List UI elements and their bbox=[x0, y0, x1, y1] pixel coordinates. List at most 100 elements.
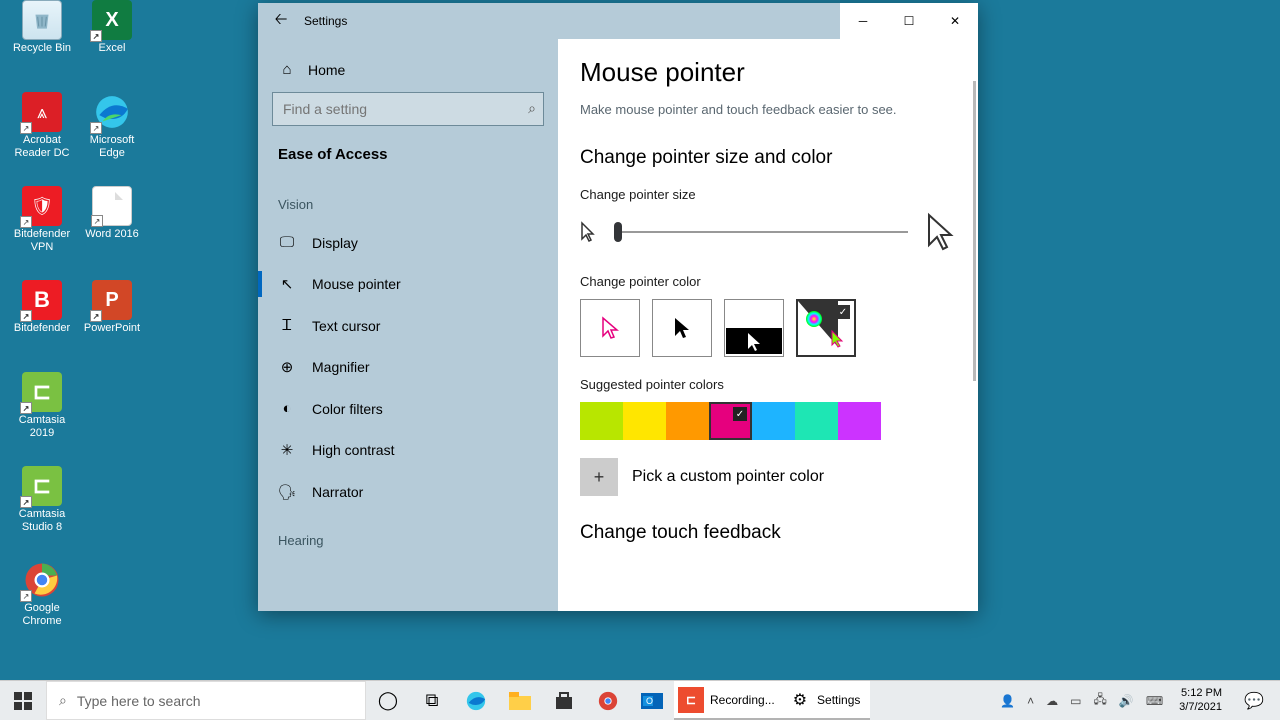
camtasia-task[interactable]: ⊏ Recording... bbox=[674, 681, 785, 720]
onedrive-icon[interactable]: ☁ bbox=[1042, 694, 1062, 708]
back-button[interactable]: 🡠 bbox=[258, 3, 304, 39]
group-hearing: Hearing bbox=[272, 523, 544, 558]
color-black[interactable] bbox=[652, 299, 712, 357]
desktop-icon-camtasia-2019[interactable]: ⊏↗ Camtasia 2019 bbox=[8, 372, 76, 456]
desktop-icon-word[interactable]: ↗ Word 2016 bbox=[78, 186, 146, 270]
nav-high-contrast[interactable]: ✳High contrast bbox=[272, 429, 544, 471]
color-swatch-3[interactable] bbox=[709, 402, 752, 440]
desktop-icon-excel[interactable]: X↗ Excel bbox=[78, 0, 146, 84]
chrome-taskbar-icon[interactable] bbox=[586, 681, 630, 720]
volume-icon[interactable]: 🔊 bbox=[1115, 694, 1138, 708]
settings-task-label: Settings bbox=[817, 693, 860, 707]
settings-window: 🡠 Settings ─ ☐ ✕ ⌂ Home ⌕ Ease of Access… bbox=[258, 3, 978, 611]
desktop: Recycle Bin X↗ Excel ⩓↗ Acrobat Reader D… bbox=[0, 0, 260, 670]
settings-sidebar: ⌂ Home ⌕ Ease of Access Vision 🖵Display … bbox=[258, 39, 558, 611]
taskbar-search-placeholder: Type here to search bbox=[77, 693, 201, 709]
plus-icon[interactable]: + bbox=[580, 458, 618, 496]
desktop-icon-bitdefender[interactable]: B↗ Bitdefender bbox=[8, 280, 76, 364]
desktop-icon-powerpoint[interactable]: P↗ PowerPoint bbox=[78, 280, 146, 364]
settings-search[interactable]: ⌕ bbox=[272, 92, 544, 126]
outlook-icon[interactable]: O bbox=[630, 681, 674, 720]
taskbar-search[interactable]: ⌕ Type here to search bbox=[46, 681, 366, 720]
task-view-icon[interactable]: ⧉ bbox=[410, 681, 454, 720]
nav-narrator[interactable]: 🗣Narrator bbox=[272, 471, 544, 513]
color-custom[interactable]: ✓ bbox=[796, 299, 856, 357]
color-swatch-4[interactable] bbox=[752, 402, 795, 440]
slider-thumb[interactable] bbox=[614, 222, 622, 242]
tray-chevron-icon[interactable]: ˄ bbox=[1023, 694, 1038, 708]
section-touch: Change touch feedback bbox=[580, 522, 956, 544]
cursor-icon: ↖ bbox=[278, 275, 296, 293]
nav-display[interactable]: 🖵Display bbox=[272, 222, 544, 263]
close-button[interactable]: ✕ bbox=[932, 3, 978, 39]
color-label: Change pointer color bbox=[580, 274, 956, 289]
notifications-icon[interactable]: 💬 bbox=[1234, 681, 1274, 720]
store-icon[interactable] bbox=[542, 681, 586, 720]
desktop-icon-edge[interactable]: ↗ Microsoft Edge bbox=[78, 92, 146, 176]
taskbar: ⌕ Type here to search ◯ ⧉ O ⊏ Recording.… bbox=[0, 680, 1280, 720]
window-title: Settings bbox=[304, 14, 347, 28]
people-icon[interactable]: 👤 bbox=[996, 694, 1019, 708]
group-vision: Vision bbox=[272, 187, 544, 222]
color-swatch-1[interactable] bbox=[623, 402, 666, 440]
desktop-icon-recycle-bin[interactable]: Recycle Bin bbox=[8, 0, 76, 84]
pointer-large-icon bbox=[926, 212, 956, 252]
battery-icon[interactable]: ▭ bbox=[1066, 694, 1085, 708]
minimize-button[interactable]: ─ bbox=[840, 3, 886, 39]
network-icon[interactable]: 🖧 bbox=[1090, 690, 1111, 711]
pointer-size-slider[interactable] bbox=[614, 231, 908, 233]
pointer-small-icon bbox=[580, 221, 596, 243]
desktop-icon-acrobat[interactable]: ⩓↗ Acrobat Reader DC bbox=[8, 92, 76, 176]
color-swatch-6[interactable] bbox=[838, 402, 881, 440]
edge-taskbar-icon[interactable] bbox=[454, 681, 498, 720]
text-cursor-icon: Ꮖ bbox=[278, 317, 296, 334]
desktop-icon-bitdefender-vpn[interactable]: 🛡↗ Bitdefender VPN bbox=[8, 186, 76, 270]
search-input[interactable] bbox=[272, 92, 544, 126]
explorer-icon[interactable] bbox=[498, 681, 542, 720]
check-icon: ✓ bbox=[836, 305, 850, 319]
color-swatch-2[interactable] bbox=[666, 402, 709, 440]
scrollbar[interactable] bbox=[973, 81, 976, 381]
home-label: Home bbox=[308, 62, 345, 78]
home-nav[interactable]: ⌂ Home bbox=[272, 51, 544, 92]
clock-date: 3/7/2021 bbox=[1179, 701, 1222, 714]
start-button[interactable] bbox=[0, 681, 46, 720]
svg-text:O: O bbox=[646, 696, 653, 706]
settings-task[interactable]: ⚙ Settings bbox=[785, 681, 871, 720]
size-label: Change pointer size bbox=[580, 187, 956, 202]
search-icon: ⌕ bbox=[528, 100, 536, 117]
category-label: Ease of Access bbox=[272, 140, 544, 169]
pointer-size-row bbox=[580, 212, 956, 252]
color-filters-icon: ◐ bbox=[278, 400, 296, 417]
settings-content: Mouse pointer Make mouse pointer and tou… bbox=[558, 39, 978, 611]
magnifier-icon: ⊕ bbox=[278, 358, 296, 376]
section-size-color: Change pointer size and color bbox=[580, 147, 956, 169]
desktop-icon-chrome[interactable]: ↗ Google Chrome bbox=[8, 560, 76, 644]
system-tray: 👤 ˄ ☁ ▭ 🖧 🔊 ⌨ 5:12 PM 3/7/2021 💬 bbox=[990, 681, 1280, 720]
search-icon: ⌕ bbox=[59, 692, 67, 709]
desktop-icon-camtasia-8[interactable]: ⊏↗ Camtasia Studio 8 bbox=[8, 466, 76, 550]
taskbar-clock[interactable]: 5:12 PM 3/7/2021 bbox=[1171, 687, 1230, 713]
maximize-button[interactable]: ☐ bbox=[886, 3, 932, 39]
titlebar: 🡠 Settings ─ ☐ ✕ bbox=[258, 3, 978, 39]
nav-color-filters[interactable]: ◐Color filters bbox=[272, 388, 544, 429]
custom-color-row[interactable]: + Pick a custom pointer color bbox=[580, 458, 956, 496]
color-swatch-5[interactable] bbox=[795, 402, 838, 440]
gear-icon: ⚙ bbox=[789, 690, 811, 710]
suggested-label: Suggested pointer colors bbox=[580, 377, 956, 392]
task-icons: ◯ ⧉ O ⊏ Recording... ⚙ Settings bbox=[366, 681, 990, 720]
high-contrast-icon: ✳ bbox=[278, 441, 296, 459]
cortana-icon[interactable]: ◯ bbox=[366, 681, 410, 720]
nav-mouse-pointer[interactable]: ↖Mouse pointer bbox=[272, 263, 544, 305]
color-swatch-0[interactable] bbox=[580, 402, 623, 440]
windows-logo-icon bbox=[14, 692, 32, 710]
nav-text-cursor[interactable]: ᏆText cursor bbox=[272, 305, 544, 346]
color-white[interactable] bbox=[580, 299, 640, 357]
clock-time: 5:12 PM bbox=[1179, 687, 1222, 700]
page-title: Mouse pointer bbox=[580, 57, 956, 88]
nav-magnifier[interactable]: ⊕Magnifier bbox=[272, 346, 544, 388]
display-icon: 🖵 bbox=[278, 234, 296, 251]
color-inverted[interactable] bbox=[724, 299, 784, 357]
custom-color-label: Pick a custom pointer color bbox=[632, 468, 824, 486]
language-icon[interactable]: ⌨ bbox=[1142, 694, 1167, 708]
